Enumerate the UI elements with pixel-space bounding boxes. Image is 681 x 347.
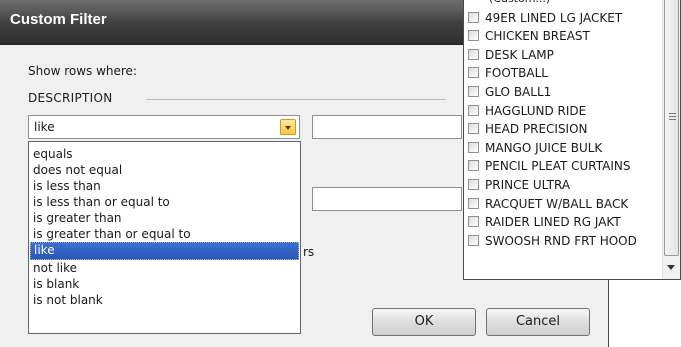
checkbox[interactable] <box>468 141 479 153</box>
value-checklist: (Custom...)49ER LINED LG JACKET CHICKEN B… <box>464 0 662 250</box>
checklist-item-label: RAIDER LINED RG JAKT <box>485 215 621 230</box>
operator-option[interactable]: is not blank <box>29 292 300 308</box>
column-group: DESCRIPTION <box>28 91 448 109</box>
checklist-item-label: PENCIL PLEAT CURTAINS <box>485 159 631 174</box>
partial-label: rs <box>303 245 315 259</box>
operator-dropdown[interactable]: like <box>28 115 300 139</box>
operator-option[interactable]: does not equal <box>29 162 300 178</box>
checklist-item-label: MANGO JUICE BULK <box>485 140 603 155</box>
checkbox[interactable] <box>468 216 479 228</box>
checkbox[interactable] <box>468 67 479 79</box>
operator-option[interactable]: is blank <box>29 276 300 292</box>
operator-option[interactable]: is greater than <box>29 210 300 226</box>
checkbox[interactable] <box>468 197 479 209</box>
cancel-button[interactable]: Cancel <box>486 308 590 336</box>
checklist-item[interactable]: SWOOSH RND FRT HOOD <box>464 232 662 251</box>
value-checklist-popup: (Custom...)49ER LINED LG JACKET CHICKEN B… <box>463 0 681 280</box>
operator-option[interactable]: not like <box>29 260 300 276</box>
ok-button[interactable]: OK <box>372 308 476 336</box>
checkbox[interactable] <box>468 11 479 23</box>
column-name-label: DESCRIPTION <box>28 91 113 105</box>
checklist-item-label: PRINCE ULTRA <box>485 177 571 192</box>
grip-icon <box>669 113 676 122</box>
checkbox[interactable] <box>468 178 479 190</box>
checklist-item-label: DESK LAMP <box>485 47 554 62</box>
dialog-title: Custom Filter <box>10 11 107 28</box>
checkbox[interactable] <box>468 234 479 246</box>
operator-option[interactable]: equals <box>29 146 300 162</box>
scrollbar-thumb[interactable] <box>664 0 679 256</box>
checklist-item[interactable]: CHICKEN BREAST <box>464 27 662 46</box>
checklist-item[interactable]: RAIDER LINED RG JAKT <box>464 213 662 232</box>
checklist-item-label: SWOOSH RND FRT HOOD <box>485 233 637 248</box>
checklist-item[interactable]: 49ER LINED LG JACKET <box>464 9 662 28</box>
scrollbar[interactable] <box>662 0 680 279</box>
scroll-down-icon[interactable] <box>667 265 675 270</box>
checklist-item-label: CHICKEN BREAST <box>485 29 590 44</box>
group-divider <box>146 99 446 100</box>
checkbox[interactable] <box>468 123 479 135</box>
checkbox[interactable] <box>468 30 479 42</box>
checklist-item-label: RACQUET W/BALL BACK <box>485 196 629 211</box>
show-rows-label: Show rows where: <box>28 64 137 78</box>
checklist-item[interactable]: DESK LAMP <box>464 46 662 65</box>
value-input-2[interactable] <box>312 187 462 211</box>
checklist-item[interactable]: HEAD PRECISION <box>464 120 662 139</box>
operator-option[interactable]: is less than <box>29 178 300 194</box>
operator-value: like <box>34 120 55 134</box>
value-input-1[interactable] <box>312 115 462 139</box>
operator-option[interactable]: is greater than or equal to <box>29 226 300 242</box>
checklist-item-label: FOOTBALL <box>485 66 548 81</box>
operator-option[interactable]: is less than or equal to <box>29 194 300 210</box>
checklist-item-label: HEAD PRECISION <box>485 122 588 137</box>
checkbox[interactable] <box>468 104 479 116</box>
checkbox[interactable] <box>468 160 479 172</box>
checklist-item[interactable]: GLO BALL1 <box>464 83 662 102</box>
checklist-item[interactable]: PENCIL PLEAT CURTAINS <box>464 157 662 176</box>
chevron-down-icon <box>285 126 291 130</box>
custom-item[interactable]: (Custom...) <box>464 0 662 9</box>
checklist-item[interactable]: PRINCE ULTRA <box>464 176 662 195</box>
checklist-item-label: HAGGLUND RIDE <box>485 103 587 118</box>
operator-option[interactable]: like <box>30 242 299 260</box>
checkbox[interactable] <box>468 85 479 97</box>
dropdown-button[interactable] <box>280 119 296 135</box>
checklist-item-label: 49ER LINED LG JACKET <box>485 10 623 25</box>
checklist-item[interactable]: HAGGLUND RIDE <box>464 102 662 121</box>
checklist-item-label: (Custom...) <box>489 0 550 9</box>
checklist-item[interactable]: MANGO JUICE BULK <box>464 139 662 158</box>
operator-list[interactable]: equals does not equal is less than is less … <box>28 141 301 334</box>
checklist-item[interactable]: FOOTBALL <box>464 64 662 83</box>
checklist-item[interactable]: RACQUET W/BALL BACK <box>464 195 662 214</box>
checkbox[interactable] <box>468 48 479 60</box>
checklist-item-label: GLO BALL1 <box>485 84 552 99</box>
